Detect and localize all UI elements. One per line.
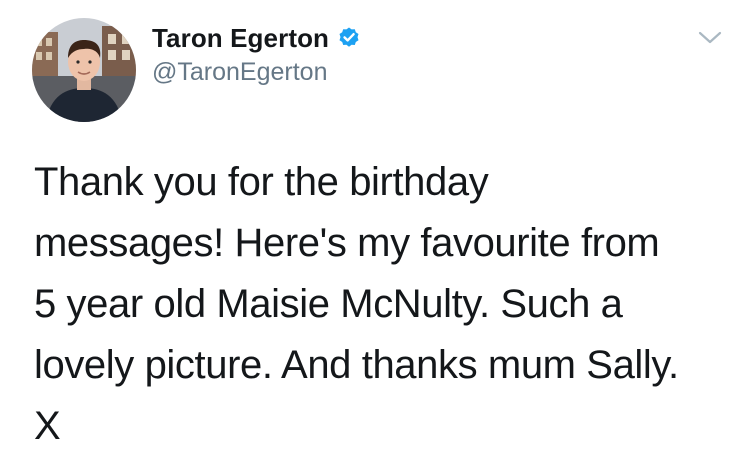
author-name-row: Taron Egerton [152,20,361,56]
author-handle[interactable]: @TaronEgerton [152,58,327,87]
verified-badge-icon [337,26,361,50]
tweet-text: Thank you for the birthday messages! Her… [34,160,679,448]
tweet-card: Taron Egerton @TaronEgerton Thank you fo… [0,0,750,476]
display-name[interactable]: Taron Egerton [152,23,329,54]
avatar[interactable] [32,18,136,122]
chevron-down-icon[interactable] [698,28,722,48]
profile-photo-icon [32,18,136,122]
